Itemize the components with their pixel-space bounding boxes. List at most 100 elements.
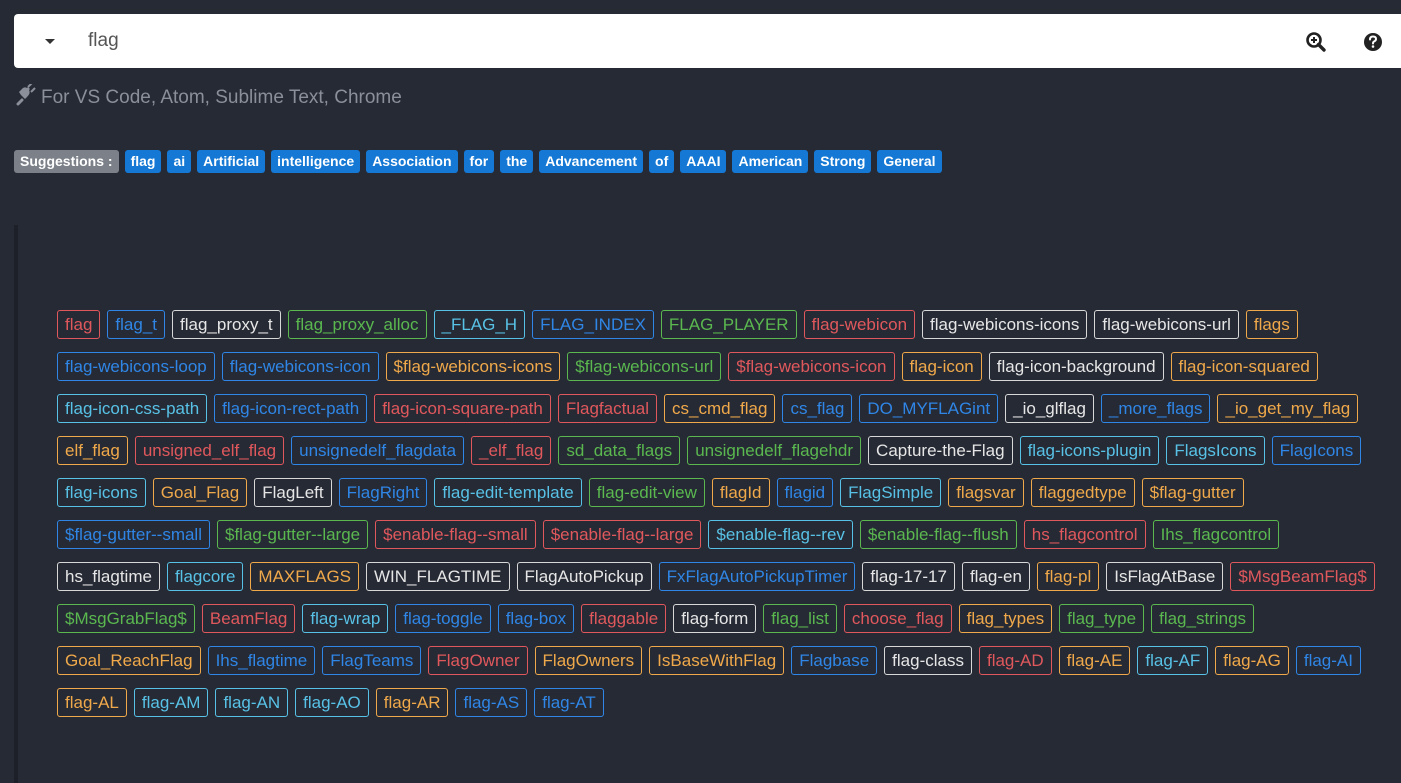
result-tag[interactable]: BeamFlag	[201, 604, 296, 633]
result-tag[interactable]: _more_flags	[1100, 394, 1211, 423]
result-tag[interactable]: flag-icon-css-path	[57, 394, 208, 423]
result-tag[interactable]: $flag-gutter--large	[217, 520, 369, 549]
result-tag[interactable]: FlagTeams	[322, 646, 422, 675]
result-tag[interactable]: flag-AE	[1058, 646, 1131, 675]
result-tag[interactable]: FlagOwners	[534, 646, 643, 675]
result-tag[interactable]: $MsgBeamFlag$	[1230, 562, 1375, 591]
result-tag[interactable]: cs_flag	[782, 394, 853, 423]
result-tag[interactable]: $MsgGrabFlag$	[57, 604, 195, 633]
result-tag[interactable]: _io_glflag	[1005, 394, 1094, 423]
zoom-in-icon[interactable]	[1305, 31, 1327, 53]
result-tag[interactable]: FlagOwner	[428, 646, 528, 675]
suggestion-chip[interactable]: Association	[366, 150, 458, 173]
result-tag[interactable]: FlagsIcons	[1166, 436, 1265, 465]
result-tag[interactable]: flag-icon-squared	[1170, 352, 1318, 381]
result-tag[interactable]: $flag-webicons-url	[567, 352, 722, 381]
result-tag[interactable]: FlagIcons	[1271, 436, 1362, 465]
result-tag[interactable]: flag_types	[958, 604, 1053, 633]
result-tag[interactable]: WIN_FLAGTIME	[366, 562, 510, 591]
result-tag[interactable]: flag-AT	[534, 688, 604, 717]
suggestion-chip[interactable]: ai	[167, 150, 192, 173]
result-tag[interactable]: flag-AG	[1215, 646, 1289, 675]
result-tag[interactable]: flag-webicons-icons	[922, 310, 1088, 339]
result-tag[interactable]: FlagLeft	[254, 478, 332, 507]
result-tag[interactable]: Ihs_flagtime	[207, 646, 316, 675]
suggestion-chip[interactable]: flag	[124, 150, 162, 173]
result-tag[interactable]: $flag-gutter	[1141, 478, 1244, 507]
result-tag[interactable]: flag-webicon	[803, 310, 916, 339]
suggestion-chip[interactable]: Artificial	[197, 150, 266, 173]
result-tag[interactable]: flagsvar	[948, 478, 1024, 507]
result-tag[interactable]: sd_data_flags	[558, 436, 681, 465]
result-tag[interactable]: flag-icons	[57, 478, 146, 507]
result-tag[interactable]: flag-pl	[1036, 562, 1100, 591]
result-tag[interactable]: flaggable	[581, 604, 667, 633]
result-tag[interactable]: flagId	[711, 478, 770, 507]
result-tag[interactable]: IsFlagAtBase	[1106, 562, 1224, 591]
result-tag[interactable]: elf_flag	[57, 436, 128, 465]
suggestion-chip[interactable]: American	[732, 150, 809, 173]
result-tag[interactable]: flag-icon-rect-path	[214, 394, 368, 423]
result-tag[interactable]: flag	[57, 310, 101, 339]
result-tag[interactable]: flag-icon	[901, 352, 982, 381]
result-tag[interactable]: Ihs_flagcontrol	[1152, 520, 1280, 549]
result-tag[interactable]: $flag-gutter--small	[57, 520, 210, 549]
result-tag[interactable]: MAXFLAGS	[250, 562, 360, 591]
result-tag[interactable]: flag-icons-plugin	[1019, 436, 1160, 465]
result-tag[interactable]: hs_flagcontrol	[1023, 520, 1146, 549]
result-tag[interactable]: Goal_Flag	[152, 478, 248, 507]
result-tag[interactable]: _elf_flag	[471, 436, 552, 465]
caret-down-icon[interactable]	[40, 33, 60, 49]
help-circle-icon[interactable]	[1362, 31, 1384, 53]
result-tag[interactable]: flag_strings	[1151, 604, 1255, 633]
result-tag[interactable]: flag-webicons-icon	[221, 352, 379, 381]
search-input[interactable]	[88, 26, 1268, 56]
result-tag[interactable]: FlagRight	[338, 478, 428, 507]
suggestion-chip[interactable]: the	[500, 150, 534, 173]
result-tag[interactable]: flag-icon-square-path	[374, 394, 551, 423]
result-tag[interactable]: _io_get_my_flag	[1217, 394, 1359, 423]
suggestion-chip[interactable]: for	[463, 150, 495, 173]
result-tag[interactable]: $enable-flag--flush	[859, 520, 1017, 549]
result-tag[interactable]: flag_proxy_alloc	[287, 310, 427, 339]
result-tag[interactable]: flag-webicons-loop	[57, 352, 215, 381]
result-tag[interactable]: choose_flag	[843, 604, 952, 633]
result-tag[interactable]: flag-AL	[57, 688, 127, 717]
suggestion-chip[interactable]: AAAI	[680, 150, 727, 173]
suggestion-chip[interactable]: intelligence	[271, 150, 361, 173]
result-tag[interactable]: flag-edit-view	[588, 478, 705, 507]
result-tag[interactable]: flag-AN	[215, 688, 289, 717]
result-tag[interactable]: flaggedtype	[1030, 478, 1135, 507]
result-tag[interactable]: flag_list	[763, 604, 837, 633]
result-tag[interactable]: flag-en	[961, 562, 1030, 591]
result-tag[interactable]: $flag-webicons-icon	[728, 352, 895, 381]
result-tag[interactable]: Goal_ReachFlag	[57, 646, 201, 675]
result-tag[interactable]: FLAG_PLAYER	[660, 310, 797, 339]
result-tag[interactable]: flag_proxy_t	[172, 310, 281, 339]
result-tag[interactable]: $enable-flag--small	[375, 520, 536, 549]
result-tag[interactable]: flag-icon-background	[988, 352, 1164, 381]
suggestion-chip[interactable]: General	[877, 150, 942, 173]
result-tag[interactable]: $flag-webicons-icons	[385, 352, 561, 381]
result-tag[interactable]: $enable-flag--large	[542, 520, 702, 549]
result-tag[interactable]: $enable-flag--rev	[708, 520, 853, 549]
result-tag[interactable]: flag-AS	[455, 688, 528, 717]
suggestion-chip[interactable]: Advancement	[539, 150, 644, 173]
result-tag[interactable]: Capture-the-Flag	[868, 436, 1013, 465]
result-tag[interactable]: FlagAutoPickup	[516, 562, 652, 591]
suggestion-chip[interactable]: of	[649, 150, 675, 173]
plugin-info[interactable]: For VS Code, Atom, Sublime Text, Chrome	[14, 82, 402, 110]
result-tag[interactable]: flag-AR	[375, 688, 449, 717]
result-tag[interactable]: flag-wrap	[302, 604, 389, 633]
result-tag[interactable]: IsBaseWithFlag	[649, 646, 785, 675]
result-tag[interactable]: flag-edit-template	[434, 478, 582, 507]
result-tag[interactable]: flag-box	[497, 604, 575, 633]
result-tag[interactable]: Flagfactual	[557, 394, 658, 423]
result-tag[interactable]: flag-webicons-url	[1094, 310, 1239, 339]
result-tag[interactable]: unsignedelf_flagdata	[291, 436, 465, 465]
result-tag[interactable]: flag-AD	[978, 646, 1052, 675]
result-tag[interactable]: _FLAG_H	[433, 310, 526, 339]
result-tag[interactable]: flag_type	[1059, 604, 1145, 633]
result-tag[interactable]: DO_MYFLAGint	[859, 394, 999, 423]
result-tag[interactable]: FLAG_INDEX	[532, 310, 654, 339]
